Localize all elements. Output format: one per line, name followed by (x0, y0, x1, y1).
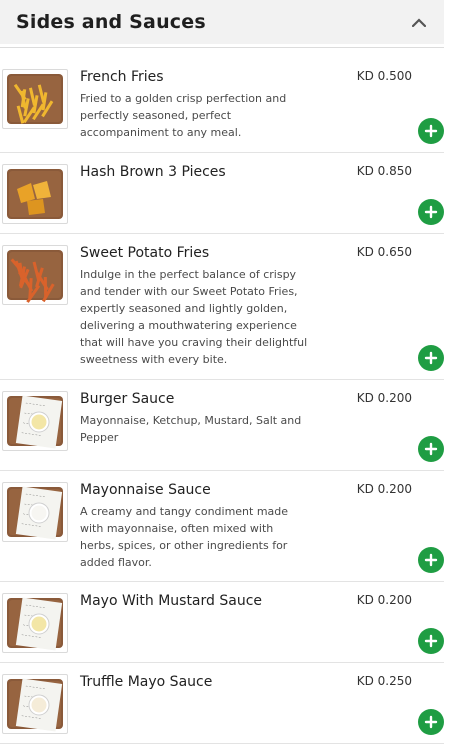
plus-icon (424, 205, 438, 219)
item-description: Fried to a golden crisp perfection and p… (80, 92, 287, 139)
item-name[interactable]: Mayo With Mustard Sauce (80, 593, 262, 609)
add-to-cart-button[interactable] (418, 118, 444, 144)
menu-item[interactable]: ~ ~ ~ ~ ~ ~~ ~ ~ ~ ~ ~~ ~ ~ ~ ~ ~~ ~ ~ ~… (0, 380, 444, 471)
chevron-up-icon[interactable] (410, 13, 428, 31)
add-to-cart-button[interactable] (418, 709, 444, 735)
plus-icon (424, 553, 438, 567)
plus-icon (424, 442, 438, 456)
item-name[interactable]: Hash Brown 3 Pieces (80, 164, 226, 180)
item-price: KD 0.650 (356, 245, 412, 259)
item-description: Mayonnaise, Ketchup, Mustard, Salt and P… (80, 414, 302, 444)
plus-icon (424, 715, 438, 729)
add-to-cart-button[interactable] (418, 436, 444, 462)
add-to-cart-button[interactable] (418, 547, 444, 573)
menu-item[interactable]: ~ ~ ~ ~ ~ ~~ ~ ~ ~ ~ ~~ ~ ~ ~ ~ ~~ ~ ~ ~… (0, 582, 444, 663)
menu-item[interactable]: Hash Brown 3 Pieces KD 0.850 (0, 153, 444, 234)
section-title: Sides and Sauces (16, 11, 206, 33)
add-to-cart-button[interactable] (418, 199, 444, 225)
item-price: KD 0.500 (356, 69, 412, 83)
item-image[interactable]: ~ ~ ~ ~ ~ ~~ ~ ~ ~ ~ ~~ ~ ~ ~ ~ ~~ ~ ~ ~… (2, 391, 68, 451)
add-to-cart-button[interactable] (418, 628, 444, 654)
item-name[interactable]: French Fries (80, 69, 164, 85)
menu-item[interactable]: ~ ~ ~ ~ ~ ~~ ~ ~ ~ ~ ~~ ~ ~ ~ ~ ~~ ~ ~ ~… (0, 663, 444, 744)
item-name[interactable]: Truffle Mayo Sauce (80, 674, 212, 690)
menu-item[interactable]: Sweet Potato Fries KD 0.650 Indulge in the… (0, 234, 444, 380)
item-name[interactable]: Mayonnaise Sauce (80, 482, 211, 498)
item-image[interactable]: ~ ~ ~ ~ ~ ~~ ~ ~ ~ ~ ~~ ~ ~ ~ ~ ~~ ~ ~ ~… (2, 593, 68, 653)
menu-item[interactable]: French Fries KD 0.500 Fried to a golden cr… (0, 48, 444, 153)
item-image[interactable] (2, 69, 68, 129)
item-price: KD 0.200 (356, 593, 412, 607)
item-image[interactable] (2, 164, 68, 224)
add-to-cart-button[interactable] (418, 345, 444, 371)
plus-icon (424, 634, 438, 648)
plus-icon (424, 124, 438, 138)
item-price: KD 0.250 (356, 674, 412, 688)
item-price: KD 0.200 (356, 482, 412, 496)
menu-items-list: French Fries KD 0.500 Fried to a golden cr… (0, 48, 444, 744)
item-image[interactable]: ~ ~ ~ ~ ~ ~~ ~ ~ ~ ~ ~~ ~ ~ ~ ~ ~~ ~ ~ ~… (2, 674, 68, 734)
item-price: KD 0.850 (356, 164, 412, 178)
menu-item[interactable]: ~ ~ ~ ~ ~ ~~ ~ ~ ~ ~ ~~ ~ ~ ~ ~ ~~ ~ ~ ~… (0, 471, 444, 582)
item-image[interactable]: ~ ~ ~ ~ ~ ~~ ~ ~ ~ ~ ~~ ~ ~ ~ ~ ~~ ~ ~ ~… (2, 482, 68, 542)
item-name[interactable]: Burger Sauce (80, 391, 174, 407)
item-name[interactable]: Sweet Potato Fries (80, 245, 209, 261)
plus-icon (424, 351, 438, 365)
section-header[interactable]: Sides and Sauces (0, 0, 444, 44)
item-description: A creamy and tangy condiment made with m… (80, 505, 289, 569)
item-description: Indulge in the perfect balance of crispy… (80, 268, 308, 366)
item-price: KD 0.200 (356, 391, 412, 405)
item-image[interactable] (2, 245, 68, 305)
